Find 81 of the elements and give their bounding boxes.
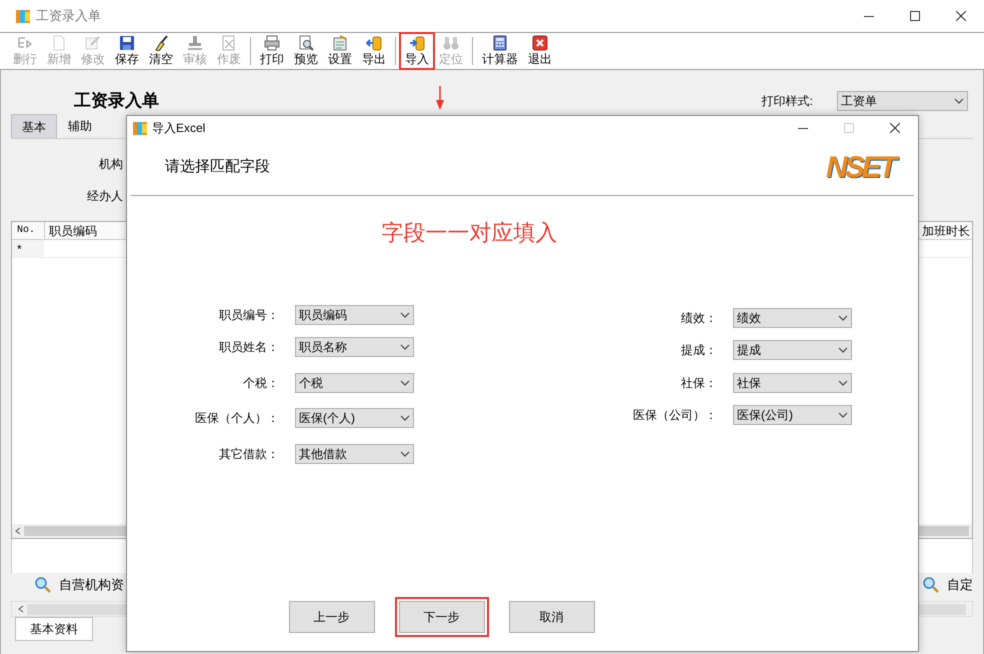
chevron-down-icon xyxy=(400,451,410,457)
stamp-icon xyxy=(187,35,203,51)
print-style-select[interactable]: 工资单 xyxy=(837,91,968,111)
column-header: No. xyxy=(16,224,36,238)
maximize-icon xyxy=(844,123,854,133)
window-title: 工资录入单 xyxy=(36,7,101,26)
dialog-title: 导入Excel xyxy=(152,120,206,137)
close-icon xyxy=(956,11,966,21)
crossed-document-icon xyxy=(221,35,237,51)
calculator-icon xyxy=(492,35,508,51)
toolbar-button[interactable]: 导出 xyxy=(357,33,391,69)
field-select[interactable]: 绩效 xyxy=(733,308,852,328)
chevron-down-icon xyxy=(838,347,848,353)
field-select[interactable]: 职员名称 xyxy=(295,337,414,357)
field-label: 职员姓名： xyxy=(218,339,279,356)
field-label: 提成： xyxy=(680,342,717,359)
maximize-icon xyxy=(910,11,920,21)
instruction-text: 字段一一对应填入 xyxy=(380,219,558,247)
pencil-icon xyxy=(85,35,101,51)
delete-row-icon xyxy=(17,35,33,51)
column-header: 职员编码 xyxy=(44,222,124,239)
search-icon xyxy=(923,577,939,593)
app-icon xyxy=(133,120,147,136)
toolbar-button[interactable]: 保存 xyxy=(110,33,144,69)
chevron-down-icon xyxy=(400,344,410,350)
field-label: 其它借款： xyxy=(218,446,279,463)
settings-sheet-icon xyxy=(332,35,348,51)
field-select[interactable]: 医保(个人) xyxy=(295,408,414,428)
toolbar-button[interactable]: 预览 xyxy=(289,33,323,69)
dialog-button[interactable]: 下一步 xyxy=(398,601,484,633)
chevron-down-icon xyxy=(954,98,964,104)
app-icon xyxy=(16,8,30,24)
field-select[interactable]: 其他借款 xyxy=(295,444,414,464)
form-title: 工资录入单 xyxy=(74,90,159,112)
field-select[interactable]: 提成 xyxy=(733,340,852,360)
field-select[interactable]: 个税 xyxy=(295,373,414,393)
field-select[interactable]: 社保 xyxy=(733,373,852,393)
toolbar-button[interactable]: 清空 xyxy=(144,33,178,69)
scroll-left-icon xyxy=(15,527,21,535)
broom-icon xyxy=(153,35,169,51)
annotation-arrow xyxy=(436,86,444,110)
dialog-heading: 请选择匹配字段 xyxy=(165,157,270,178)
toolbar-button[interactable]: 导入 xyxy=(400,33,434,69)
field-label: 个税： xyxy=(242,375,279,392)
toolbar-button[interactable]: 设置 xyxy=(323,33,357,69)
dialog-button[interactable]: 上一步 xyxy=(288,601,374,633)
field-label: 绩效： xyxy=(680,310,717,327)
field-select[interactable]: 医保(公司) xyxy=(733,405,852,425)
printer-icon xyxy=(264,35,280,51)
field-select[interactable]: 职员编码 xyxy=(295,305,414,325)
field-label: 社保： xyxy=(680,375,717,392)
export-arrow-icon xyxy=(366,35,382,51)
lookup-link[interactable]: 自营机构资 xyxy=(59,575,124,595)
lookup-link[interactable]: 自定 xyxy=(947,575,973,595)
toolbar-button[interactable]: 打印 xyxy=(255,33,289,69)
document-icon xyxy=(51,35,67,51)
tab[interactable]: 基本资料 xyxy=(15,617,93,641)
chevron-down-icon xyxy=(400,380,410,386)
field-label: 经办人 xyxy=(87,188,123,205)
field-label: 医保（公司）： xyxy=(632,407,717,424)
exit-icon xyxy=(532,35,548,51)
toolbar-button[interactable]: 计算器 xyxy=(477,33,523,69)
chevron-down-icon xyxy=(838,315,848,321)
chevron-down-icon xyxy=(838,380,848,386)
dialog-button[interactable]: 取消 xyxy=(508,601,594,633)
magnifier-document-icon xyxy=(298,35,314,51)
chevron-down-icon xyxy=(400,312,410,318)
toolbar-button[interactable]: 退出 xyxy=(523,33,557,69)
tab[interactable]: 基本 xyxy=(11,114,57,138)
close-icon xyxy=(890,123,900,133)
field-label: 医保（个人）： xyxy=(194,410,279,427)
field-label: 职员编号： xyxy=(218,307,279,324)
scroll-left-icon xyxy=(18,605,24,613)
chevron-down-icon xyxy=(400,415,410,421)
import-arrow-icon xyxy=(409,35,425,51)
search-icon xyxy=(35,577,51,593)
chevron-down-icon xyxy=(838,412,848,418)
field-label: 打印样式: xyxy=(762,93,813,110)
binoculars-icon xyxy=(443,35,459,51)
row-marker: * xyxy=(12,240,44,257)
field-label: 机构 xyxy=(99,156,123,173)
